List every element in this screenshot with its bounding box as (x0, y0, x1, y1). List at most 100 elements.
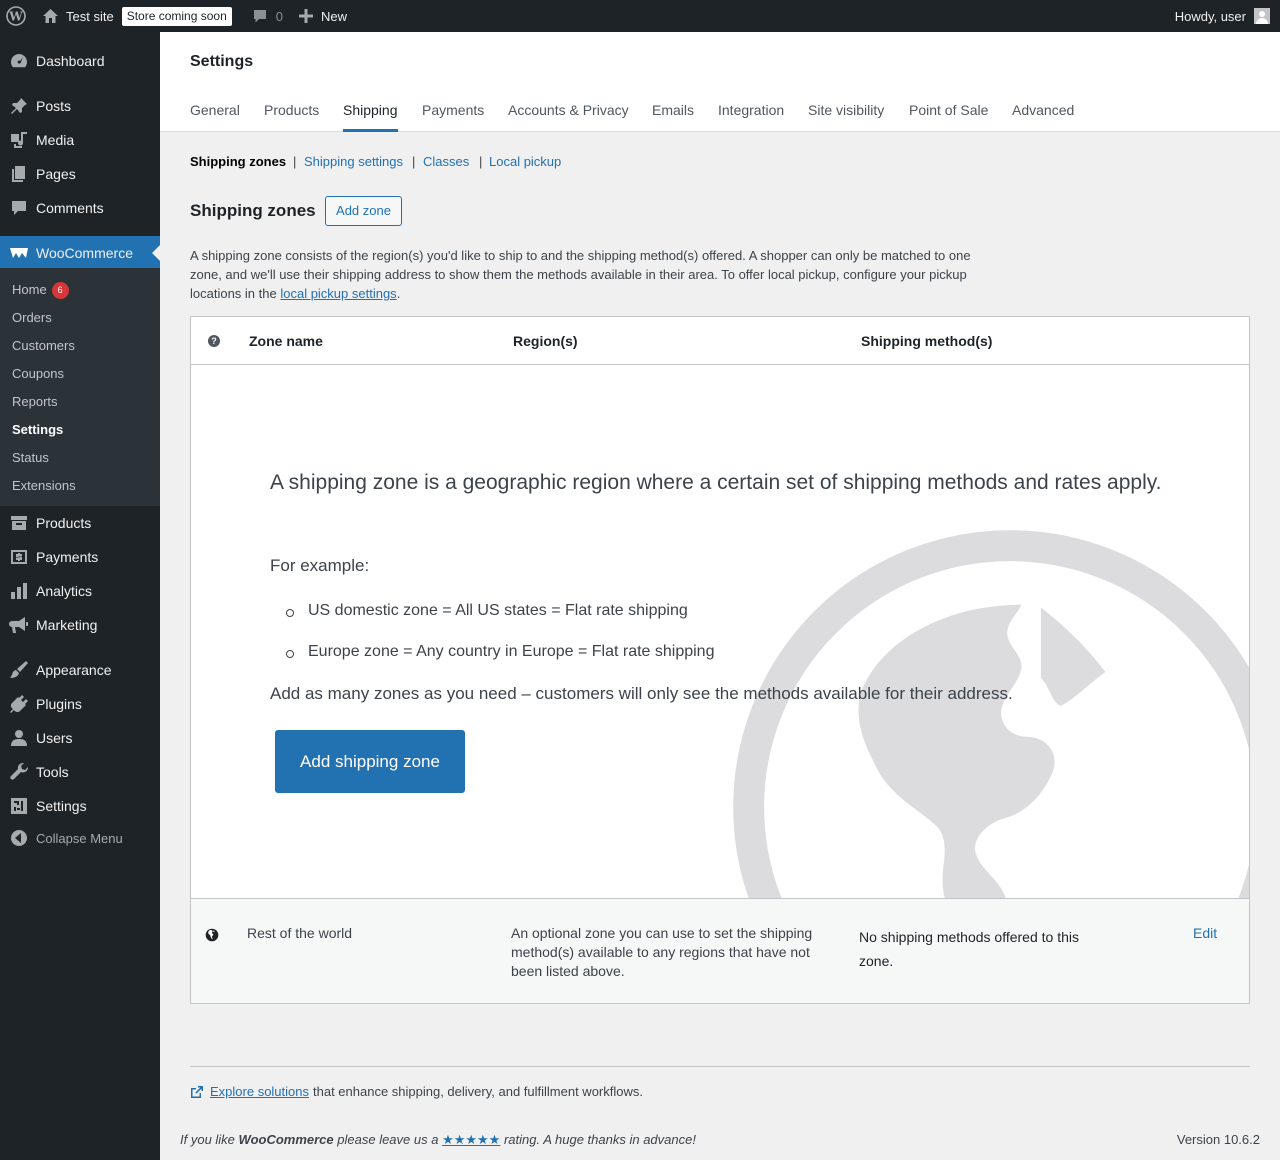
blank-state-more: Add as many zones as you need – customer… (270, 684, 1013, 703)
menu-tools[interactable]: Tools (0, 755, 160, 789)
settings-header: Settings General Products Shipping Payme… (160, 32, 1280, 132)
footer-divider (190, 1066, 1250, 1067)
zone-methods: No shipping methods offered to this zone… (859, 929, 1079, 969)
tab-products[interactable]: Products (264, 102, 319, 132)
subnav-shipping-settings[interactable]: Shipping settings (304, 154, 403, 169)
tab-shipping[interactable]: Shipping (343, 102, 398, 132)
zone-name: Rest of the world (247, 925, 353, 941)
tab-point-of-sale[interactable]: Point of Sale (909, 102, 988, 132)
local-pickup-settings-link[interactable]: local pickup settings (280, 286, 396, 301)
rating-stars-link[interactable]: ★★★★★ (442, 1132, 500, 1147)
megaphone-icon (0, 615, 36, 635)
tab-accounts-privacy[interactable]: Accounts & Privacy (508, 102, 629, 132)
menu-settings[interactable]: Settings (0, 789, 160, 823)
avatar (1254, 8, 1270, 24)
menu-label: Analytics (36, 583, 93, 599)
menu-pages[interactable]: Pages (0, 157, 160, 191)
collapse-menu-button[interactable]: Collapse Menu (0, 821, 160, 855)
submenu-extensions[interactable]: Extensions (12, 478, 76, 493)
submenu-orders[interactable]: Orders (12, 310, 52, 325)
tab-payments[interactable]: Payments (422, 102, 484, 132)
pages-icon (0, 164, 36, 184)
pin-icon (0, 96, 36, 116)
woocommerce-submenu: Home 6 Orders Customers Coupons Reports S… (0, 268, 160, 506)
column-zone-name: Zone name (249, 333, 323, 349)
footer-text: rating. A huge thanks in advance! (500, 1132, 696, 1147)
blank-state-example: For example: (270, 556, 370, 575)
archive-icon (0, 513, 36, 533)
subnav-separator: | (412, 154, 416, 169)
menu-dashboard[interactable]: Dashboard (0, 44, 160, 78)
menu-label: Plugins (36, 696, 82, 712)
chart-bar-icon (0, 581, 36, 601)
footer-text: please leave us a (333, 1132, 443, 1147)
external-link-icon (191, 1085, 203, 1098)
globe-icon (733, 530, 1249, 898)
howdy-text: Howdy, user (1174, 8, 1246, 24)
subnav-local-pickup[interactable]: Local pickup (489, 154, 561, 169)
subnav-shipping-zones[interactable]: Shipping zones (190, 154, 286, 169)
footer-text: If you like (180, 1132, 239, 1147)
edit-zone-link[interactable]: Edit (1193, 925, 1217, 941)
money-icon (0, 547, 36, 567)
tab-general[interactable]: General (190, 102, 240, 132)
new-label: New (320, 8, 347, 24)
submenu-coupons[interactable]: Coupons (12, 366, 64, 381)
site-name-link[interactable]: Test site (36, 0, 122, 32)
menu-label: Products (36, 515, 92, 531)
store-status[interactable]: Store coming soon (121, 0, 240, 32)
menu-comments[interactable]: Comments (0, 191, 160, 225)
shipping-zones-heading: Shipping zones (190, 201, 316, 220)
notification-badge: 6 (51, 282, 69, 299)
tab-site-visibility[interactable]: Site visibility (808, 102, 884, 132)
menu-label: Settings (36, 798, 87, 814)
tab-advanced[interactable]: Advanced (1012, 102, 1074, 132)
submenu-home[interactable]: Home 6 (12, 282, 69, 299)
submenu-customers[interactable]: Customers (12, 338, 75, 353)
explore-solutions: Explore solutions that enhance shipping,… (190, 1084, 643, 1099)
submenu-settings[interactable]: Settings (12, 422, 63, 437)
menu-plugins[interactable]: Plugins (0, 687, 160, 721)
menu-users[interactable]: Users (0, 721, 160, 755)
add-shipping-zone-button[interactable]: Add shipping zone (275, 730, 465, 793)
submenu-status[interactable]: Status (12, 450, 49, 465)
add-zone-button[interactable]: Add zone (325, 196, 402, 226)
help-icon[interactable]: ? (208, 335, 220, 347)
tab-emails[interactable]: Emails (652, 102, 694, 132)
new-content-link[interactable]: New (291, 0, 355, 32)
description-text: . (396, 286, 401, 301)
menu-appearance[interactable]: Appearance (0, 653, 160, 687)
comments-link[interactable]: 0 (240, 0, 291, 32)
menu-analytics[interactable]: Analytics (0, 574, 160, 608)
menu-label: Collapse Menu (36, 830, 123, 846)
menu-label: Comments (36, 200, 104, 216)
home-icon (43, 9, 58, 23)
menu-media[interactable]: Media (0, 123, 160, 157)
globe-icon (205, 928, 219, 942)
wordpress-logo-icon[interactable]: W (0, 0, 36, 32)
dashboard-icon (0, 51, 36, 71)
site-name: Test site (66, 8, 114, 24)
menu-products[interactable]: Products (0, 506, 160, 540)
shipping-zones-table: ? Zone name Region(s) Shipping method(s)… (190, 316, 1250, 1004)
menu-label: Dashboard (36, 53, 105, 69)
table-row-rest-of-world: Rest of the world An optional zone you c… (191, 898, 1249, 1003)
menu-marketing[interactable]: Marketing (0, 608, 160, 642)
table-header: ? Zone name Region(s) Shipping method(s) (191, 317, 1249, 365)
comments-icon (0, 198, 36, 218)
subnav-classes[interactable]: Classes (423, 154, 469, 169)
footer-brand: WooCommerce (238, 1132, 334, 1147)
menu-payments[interactable]: Payments (0, 540, 160, 574)
zones-description: A shipping zone consists of the region(s… (190, 246, 990, 303)
submenu-reports[interactable]: Reports (12, 394, 58, 409)
example-list-item: Europe zone = Any country in Europe = Fl… (285, 643, 715, 660)
explore-text: that enhance shipping, delivery, and ful… (313, 1084, 643, 1099)
menu-woocommerce[interactable]: WooCommerce (0, 236, 160, 270)
tab-integration[interactable]: Integration (718, 102, 784, 132)
menu-label: Pages (36, 166, 76, 182)
menu-posts[interactable]: Posts (0, 89, 160, 123)
zone-region: An optional zone you can use to set the … (511, 925, 813, 979)
my-account[interactable]: Howdy, user (1175, 0, 1270, 32)
subnav-separator: | (479, 154, 483, 169)
explore-solutions-link[interactable]: Explore solutions (210, 1084, 309, 1099)
